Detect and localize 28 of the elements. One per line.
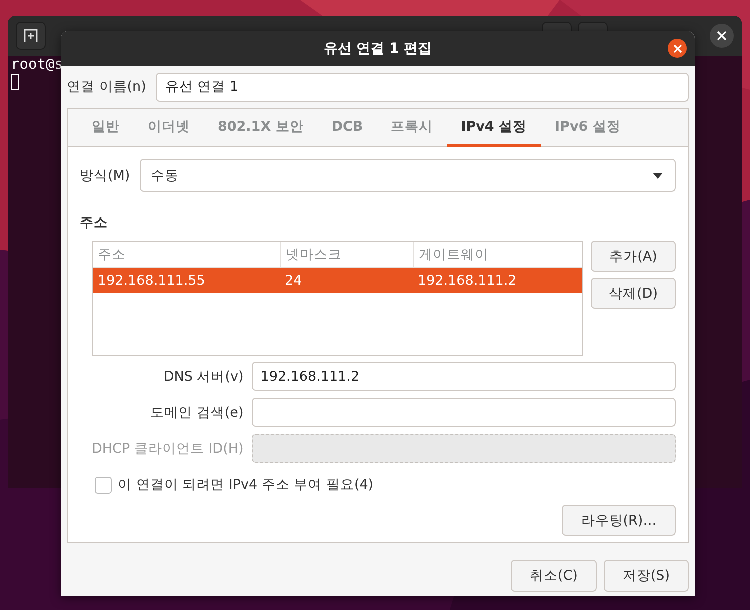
input-field[interactable]: 192.168.111.2: [252, 362, 676, 391]
window-title: 유선 연결 1 편집: [324, 40, 432, 58]
routes-button[interactable]: 라우팅(R)…: [562, 505, 676, 536]
input-field[interactable]: 유선 연결 1: [156, 72, 689, 102]
dialog-button[interactable]: 취소(C): [510, 560, 597, 592]
tab[interactable]: 일반: [78, 109, 134, 147]
tab[interactable]: DCB: [318, 109, 378, 147]
tab[interactable]: IPv4 설정: [447, 109, 542, 147]
tab[interactable]: 이더넷: [134, 109, 204, 147]
section-heading: 주소: [80, 214, 109, 232]
address-button[interactable]: 추가(A): [591, 241, 676, 272]
field-label: 도메인 검색(e): [150, 404, 244, 422]
tab[interactable]: 프록시: [377, 109, 448, 147]
dialog-button[interactable]: 저장(S): [604, 560, 689, 592]
field-label: DHCP 클라이언트 ID(H): [92, 440, 244, 458]
column-header[interactable]: 게이트웨이: [413, 242, 582, 267]
address-button[interactable]: 삭제(D): [591, 278, 676, 309]
column-header[interactable]: 넷마스크: [280, 242, 413, 267]
tab[interactable]: IPv6 설정: [541, 109, 635, 147]
dropdown[interactable]: 수동: [140, 159, 676, 192]
field-label: 방식(M): [80, 166, 130, 184]
column-header[interactable]: 주소: [93, 242, 280, 267]
terminal-prompt: root@s: [11, 57, 64, 74]
field-label: 연결 이름(n): [67, 78, 146, 96]
field-label: DNS 서버(v): [162, 368, 244, 386]
table-row[interactable]: 192.168.111.55 24 192.168.111.2: [93, 268, 582, 293]
checkbox-label: 이 연결이 되려면 IPv4 주소 부여 필요(4): [118, 476, 374, 494]
tab[interactable]: 802.1X 보안: [204, 109, 318, 147]
